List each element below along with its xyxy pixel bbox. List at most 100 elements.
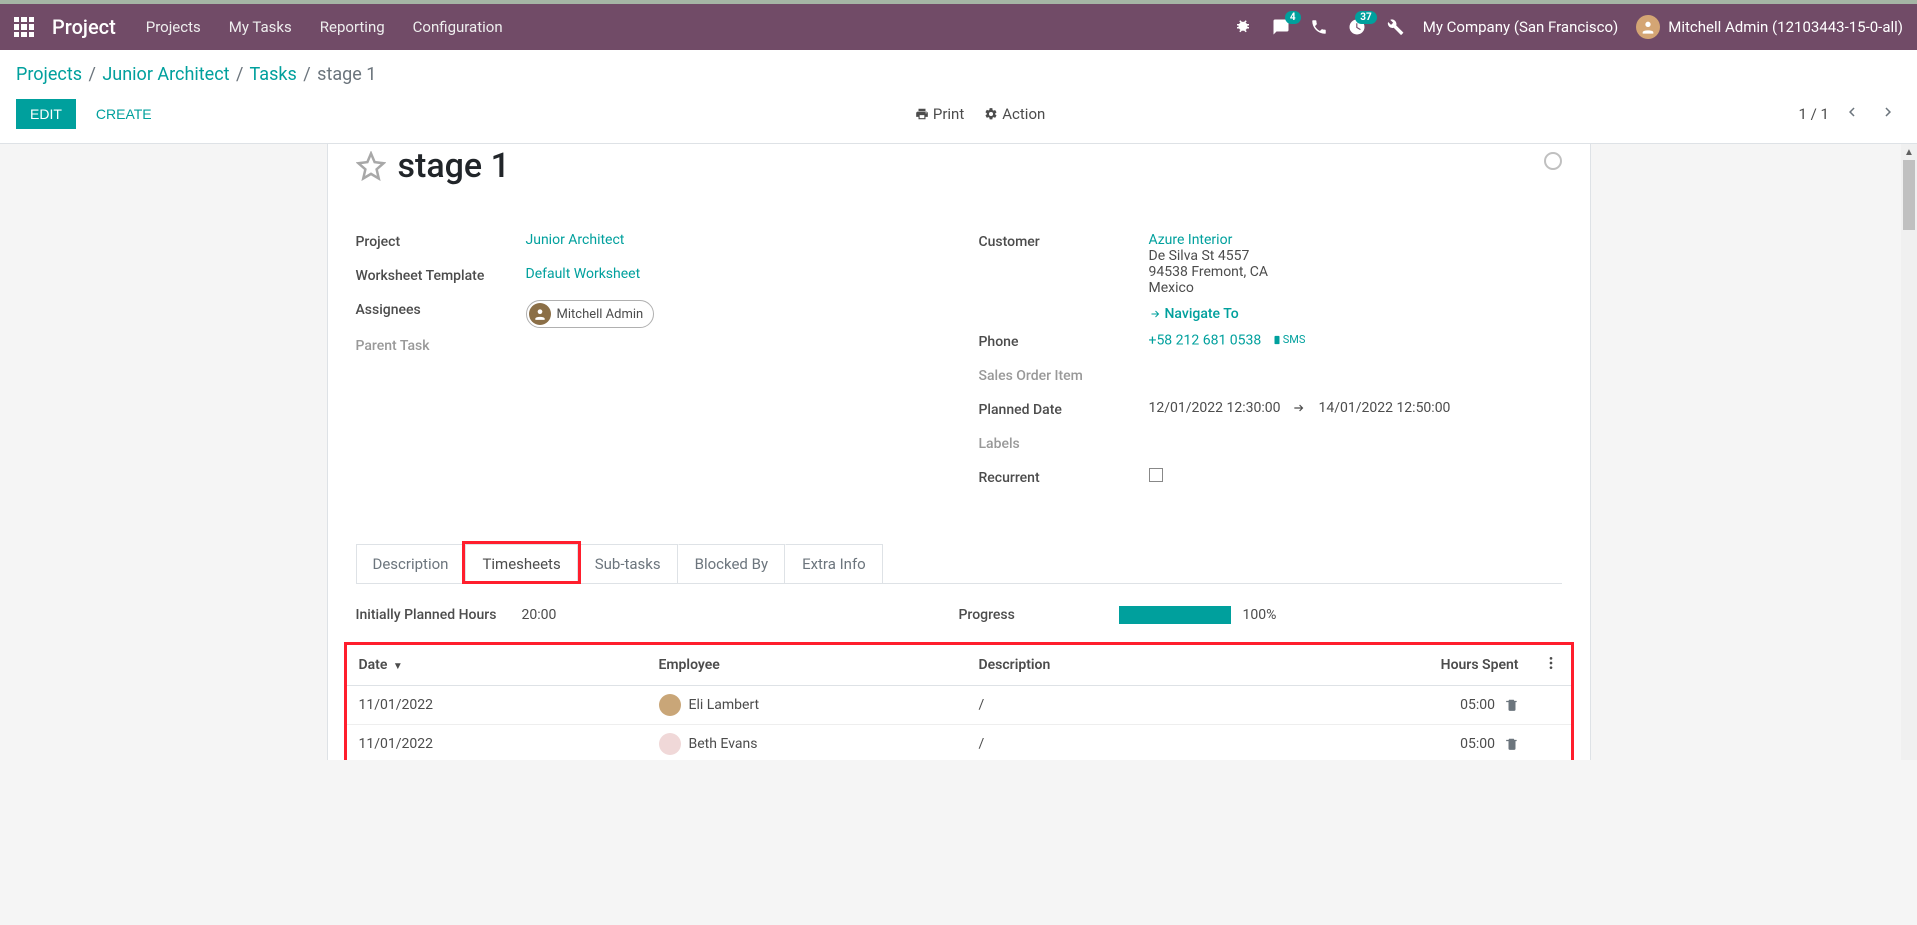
create-button[interactable]: CREATE: [86, 99, 162, 129]
label-assignees: Assignees: [356, 300, 526, 318]
tab-extrainfo[interactable]: Extra Info: [785, 544, 883, 583]
timesheet-table-highlight: Date ▼ Employee Description Hours Spent …: [344, 642, 1574, 760]
tab-timesheets[interactable]: Timesheets: [465, 544, 577, 583]
phone-link[interactable]: +58 212 681 0538: [1149, 333, 1262, 349]
progress-bar: [1119, 606, 1231, 624]
control-bar: Projects / Junior Architect / Tasks / st…: [0, 50, 1917, 144]
customer-addr2: 94538 Fremont, CA: [1149, 264, 1268, 280]
table-row[interactable]: 11/01/2022Eli Lambert/05:00: [347, 686, 1571, 725]
label-initially-planned: Initially Planned Hours: [356, 607, 522, 623]
arrow-right-icon: [1292, 401, 1306, 415]
avatar: [1636, 15, 1660, 39]
chat-badge: 4: [1285, 11, 1301, 24]
bug-icon[interactable]: [1233, 17, 1253, 37]
action-button[interactable]: Action: [984, 105, 1045, 123]
brand-title[interactable]: Project: [52, 15, 116, 39]
page-title: stage 1: [398, 146, 510, 186]
menu-projects[interactable]: Projects: [146, 18, 201, 36]
navigate-link[interactable]: Navigate To: [1149, 306, 1239, 322]
pager: 1 / 1: [1799, 99, 1902, 129]
star-icon[interactable]: [356, 151, 386, 181]
cell-hours: 05:00: [1381, 686, 1531, 725]
label-labels: Labels: [979, 434, 1149, 452]
pager-prev[interactable]: [1839, 99, 1865, 129]
cell-description: /: [967, 725, 1381, 761]
scrollbar[interactable]: ▲: [1901, 144, 1917, 760]
gear-icon: [984, 107, 998, 121]
col-description[interactable]: Description: [967, 645, 1381, 686]
breadcrumb-current: stage 1: [317, 64, 376, 85]
edit-button[interactable]: EDIT: [16, 99, 76, 129]
col-options[interactable]: [1531, 645, 1571, 686]
label-phone: Phone: [979, 332, 1149, 350]
cell-description: /: [967, 686, 1381, 725]
navbar: Project Projects My Tasks Reporting Conf…: [0, 4, 1917, 50]
avatar: [659, 694, 681, 716]
table-row[interactable]: 11/01/2022Beth Evans/05:00: [347, 725, 1571, 761]
cell-date: 11/01/2022: [347, 725, 647, 761]
print-icon: [915, 107, 929, 121]
tab-subtasks[interactable]: Sub-tasks: [578, 544, 678, 583]
phone-icon[interactable]: [1309, 17, 1329, 37]
label-planned-date: Planned Date: [979, 400, 1149, 418]
tools-icon[interactable]: [1385, 17, 1405, 37]
customer-link[interactable]: Azure Interior: [1149, 232, 1233, 248]
cell-employee: Eli Lambert: [647, 686, 967, 725]
tab-blockedby[interactable]: Blocked By: [678, 544, 785, 583]
kebab-icon: [1543, 655, 1559, 671]
clock-icon[interactable]: 37: [1347, 17, 1367, 37]
label-parent-task: Parent Task: [356, 336, 526, 354]
avatar: [659, 733, 681, 755]
clock-badge: 37: [1355, 11, 1376, 24]
cell-date: 11/01/2022: [347, 686, 647, 725]
label-progress: Progress: [959, 607, 1119, 623]
scroll-up-icon[interactable]: ▲: [1901, 144, 1917, 160]
navbar-menu: Projects My Tasks Reporting Configuratio…: [146, 18, 503, 36]
label-recurrent: Recurrent: [979, 468, 1149, 486]
print-button[interactable]: Print: [915, 105, 964, 123]
col-hours[interactable]: Hours Spent: [1381, 645, 1531, 686]
breadcrumb-projects[interactable]: Projects: [16, 64, 82, 85]
cell-hours: 05:00: [1381, 725, 1531, 761]
customer-addr3: Mexico: [1149, 280, 1194, 296]
avatar: [529, 303, 551, 325]
customer-addr1: De Silva St 4557: [1149, 248, 1250, 264]
breadcrumb-tasks[interactable]: Tasks: [250, 64, 297, 85]
timesheet-table: Date ▼ Employee Description Hours Spent …: [347, 645, 1571, 760]
col-employee[interactable]: Employee: [647, 645, 967, 686]
worksheet-link[interactable]: Default Worksheet: [526, 266, 641, 282]
tab-description[interactable]: Description: [356, 544, 466, 583]
recurrent-checkbox[interactable]: [1149, 468, 1163, 482]
user-menu[interactable]: Mitchell Admin (12103443-15-0-all): [1636, 15, 1903, 39]
tabs: Description Timesheets Sub-tasks Blocked…: [356, 544, 1562, 584]
label-customer: Customer: [979, 232, 1149, 250]
assignee-tag[interactable]: Mitchell Admin: [526, 300, 655, 328]
menu-mytasks[interactable]: My Tasks: [229, 18, 292, 36]
sort-desc-icon: ▼: [393, 661, 403, 672]
apps-icon[interactable]: [14, 17, 34, 37]
user-name: Mitchell Admin (12103443-15-0-all): [1668, 18, 1903, 36]
pager-text: 1 / 1: [1799, 105, 1830, 123]
col-date[interactable]: Date ▼: [347, 645, 647, 686]
breadcrumb: Projects / Junior Architect / Tasks / st…: [16, 64, 1901, 85]
sms-button[interactable]: SMS: [1271, 332, 1307, 347]
trash-icon[interactable]: [1505, 698, 1519, 712]
menu-reporting[interactable]: Reporting: [320, 18, 385, 36]
chat-icon[interactable]: 4: [1271, 17, 1291, 37]
label-project: Project: [356, 232, 526, 250]
breadcrumb-junior[interactable]: Junior Architect: [102, 64, 229, 85]
label-worksheet: Worksheet Template: [356, 266, 526, 284]
cell-employee: Beth Evans: [647, 725, 967, 761]
planned-start: 12/01/2022 12:30:00: [1149, 400, 1281, 416]
label-sales-order: Sales Order Item: [979, 366, 1149, 384]
scrollbar-thumb[interactable]: [1903, 160, 1915, 230]
trash-icon[interactable]: [1505, 737, 1519, 751]
pager-next[interactable]: [1875, 99, 1901, 129]
kanban-state-dot[interactable]: [1544, 152, 1562, 170]
project-link[interactable]: Junior Architect: [526, 232, 625, 248]
initially-planned-value: 20:00: [522, 607, 557, 623]
company-selector[interactable]: My Company (San Francisco): [1423, 18, 1618, 36]
form-sheet: stage 1 Project Junior Architect Workshe…: [327, 144, 1591, 760]
menu-configuration[interactable]: Configuration: [413, 18, 503, 36]
progress-value: 100%: [1243, 607, 1277, 623]
